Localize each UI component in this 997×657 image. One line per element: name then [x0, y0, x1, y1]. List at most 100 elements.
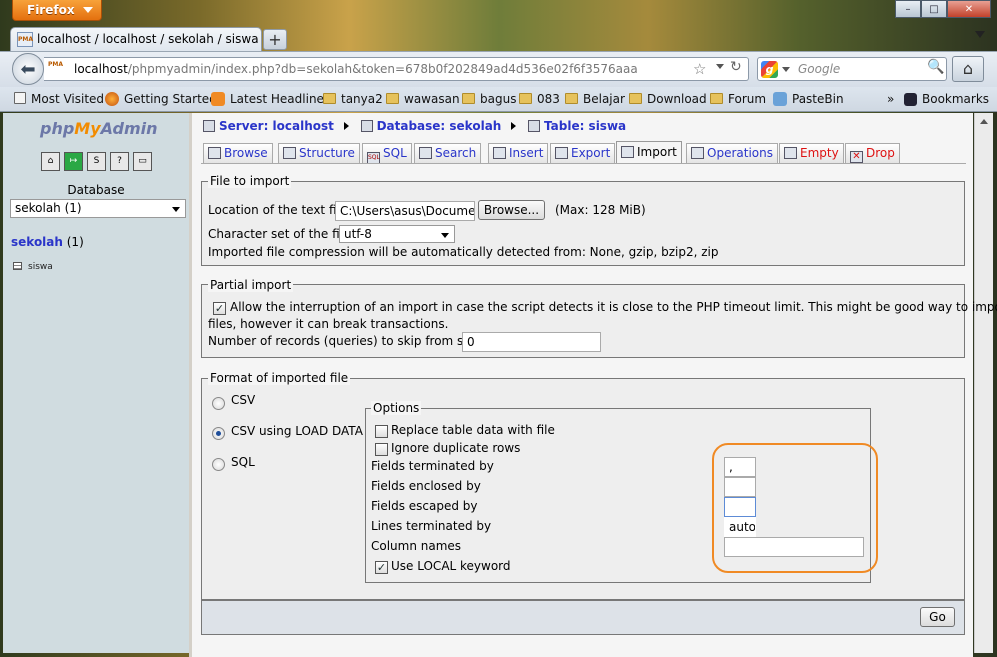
tab-import[interactable]: Import: [616, 141, 682, 164]
fields-terminated-label: Fields terminated by: [371, 459, 494, 473]
vertical-scrollbar[interactable]: [974, 113, 993, 653]
table-icon[interactable]: [13, 262, 22, 270]
breadcrumb-table[interactable]: Table: siswa: [544, 119, 626, 133]
tab-structure[interactable]: Structure: [278, 143, 360, 163]
table-link[interactable]: siswa: [28, 262, 53, 272]
minimize-button[interactable]: –: [895, 0, 921, 18]
tab-divider: [201, 163, 966, 164]
database-link[interactable]: sekolah: [11, 235, 63, 249]
partial-import-legend: Partial import: [208, 278, 294, 292]
replace-data-checkbox[interactable]: [375, 425, 388, 438]
bookmarks-star-icon: [904, 93, 917, 106]
tab-drop[interactable]: ✕ Drop: [845, 143, 900, 163]
format-csv-load-data-radio[interactable]: [212, 427, 225, 440]
back-button[interactable]: ⬅: [12, 53, 44, 85]
column-names-label: Column names: [371, 539, 462, 553]
browser-tab-active[interactable]: PMA localhost / localhost / sekolah / si…: [10, 27, 262, 51]
phpmyadmin-logo[interactable]: phpMyAdmin: [40, 119, 158, 138]
tab-browse[interactable]: Browse: [203, 143, 273, 163]
url-history-dropdown-icon[interactable]: [716, 64, 724, 69]
breadcrumb-server[interactable]: Server: localhost: [219, 119, 334, 133]
tab-export[interactable]: Export: [550, 143, 616, 163]
format-legend: Format of imported file: [208, 371, 351, 385]
phpmyadmin-favicon-icon: PMA: [17, 32, 33, 47]
google-engine-icon[interactable]: g: [761, 61, 778, 78]
home-button[interactable]: ⌂: [952, 56, 984, 82]
firefox-icon: [105, 92, 119, 106]
fields-escaped-label: Fields escaped by: [371, 499, 478, 513]
close-button[interactable]: ✕: [947, 0, 991, 18]
structure-icon: [283, 147, 296, 159]
engine-dropdown-icon[interactable]: [782, 67, 790, 72]
form-footer: [201, 600, 965, 635]
bookmark-bagus[interactable]: bagus: [462, 92, 516, 106]
url-bar[interactable]: PMA localhost/phpmyadmin/index.php?db=se…: [44, 57, 749, 81]
help-icon[interactable]: ?: [110, 152, 129, 171]
bookmark-pastebin[interactable]: PasteBin: [773, 92, 844, 106]
firefox-menu-label: Firefox: [27, 3, 75, 17]
tab-search[interactable]: Search: [414, 143, 482, 163]
tab-empty[interactable]: Empty: [779, 143, 844, 163]
bookmark-download[interactable]: Download: [629, 92, 707, 106]
bookmark-star-icon[interactable]: ☆: [693, 60, 706, 78]
export-icon: [555, 147, 568, 159]
exit-icon[interactable]: ↦: [64, 152, 83, 171]
tab-title: localhost / localhost / sekolah / siswa …: [37, 32, 261, 46]
title-bar: [0, 0, 997, 22]
charset-select[interactable]: utf-8: [339, 225, 455, 243]
database-icon: [360, 120, 373, 132]
url-path: /phpmyadmin/index.php?db=sekolah&token=6…: [127, 62, 638, 76]
folder-icon: [462, 93, 475, 104]
table-tree-item[interactable]: siswa: [13, 262, 53, 272]
tab-insert[interactable]: Insert: [488, 143, 549, 163]
home-icon[interactable]: ⌂: [41, 152, 60, 171]
location-label: Location of the text file: [208, 203, 348, 217]
back-arrow-icon: ⬅: [20, 58, 36, 80]
folder-icon: [519, 93, 532, 104]
chevron-down-icon: [172, 207, 180, 212]
bookmark-083[interactable]: 083: [519, 92, 560, 106]
database-select[interactable]: sekolah (1): [10, 199, 186, 218]
bookmark-belajar[interactable]: Belajar: [565, 92, 625, 106]
scroll-up-icon[interactable]: [980, 119, 988, 124]
sql-icon[interactable]: S: [87, 152, 106, 171]
bookmark-wawasan[interactable]: wawasan: [386, 92, 460, 106]
format-csv-radio[interactable]: [212, 397, 225, 410]
bookmarks-overflow[interactable]: »: [887, 92, 894, 106]
compression-note: Imported file compression will be automa…: [208, 245, 719, 259]
query-window-icon[interactable]: ▭: [133, 152, 152, 171]
database-tree-item: sekolah (1): [11, 235, 84, 249]
search-magnifier-icon[interactable]: 🔍: [927, 59, 944, 75]
format-sql-radio[interactable]: [212, 458, 225, 471]
firefox-menu-button[interactable]: Firefox: [12, 0, 102, 21]
tab-sql[interactable]: SQL SQL: [362, 143, 412, 164]
breadcrumb-database[interactable]: Database: sekolah: [377, 119, 502, 133]
import-icon: [621, 146, 634, 158]
bookmark-forum[interactable]: Forum: [710, 92, 766, 106]
bookmark-getting-started[interactable]: Getting Started: [105, 92, 217, 106]
chevron-down-icon: [441, 233, 449, 238]
maximize-button[interactable]: □: [921, 0, 947, 18]
url-host: localhost: [74, 62, 128, 76]
file-path-input[interactable]: C:\Users\asus\Document: [335, 201, 475, 221]
search-input[interactable]: g Google: [757, 57, 947, 81]
use-local-checkbox[interactable]: ✓: [375, 561, 388, 574]
bookmark-latest-headlines[interactable]: Latest Headlines: [211, 92, 330, 106]
tab-operations[interactable]: Operations: [686, 143, 778, 163]
bookmarks-menu-button[interactable]: Bookmarks: [904, 92, 989, 106]
folder-icon: [386, 93, 399, 104]
new-tab-button[interactable]: +: [263, 29, 287, 50]
ignore-duplicates-label: Ignore duplicate rows: [391, 441, 521, 455]
list-all-tabs-icon[interactable]: [975, 31, 985, 38]
bookmark-tanya2[interactable]: tanya2: [323, 92, 383, 106]
bookmark-most-visited[interactable]: Most Visited: [14, 92, 104, 106]
file-import-legend: File to import: [208, 174, 292, 188]
ignore-duplicates-checkbox[interactable]: [375, 443, 388, 456]
browse-button[interactable]: Browse...: [478, 200, 545, 220]
reload-icon[interactable]: ↻: [730, 59, 742, 75]
server-icon: [203, 120, 215, 132]
go-button[interactable]: Go: [920, 607, 955, 627]
skip-records-input[interactable]: 0: [462, 332, 601, 352]
allow-interrupt-checkbox[interactable]: ✓: [213, 302, 226, 315]
site-identity-icon: PMA: [48, 61, 64, 68]
